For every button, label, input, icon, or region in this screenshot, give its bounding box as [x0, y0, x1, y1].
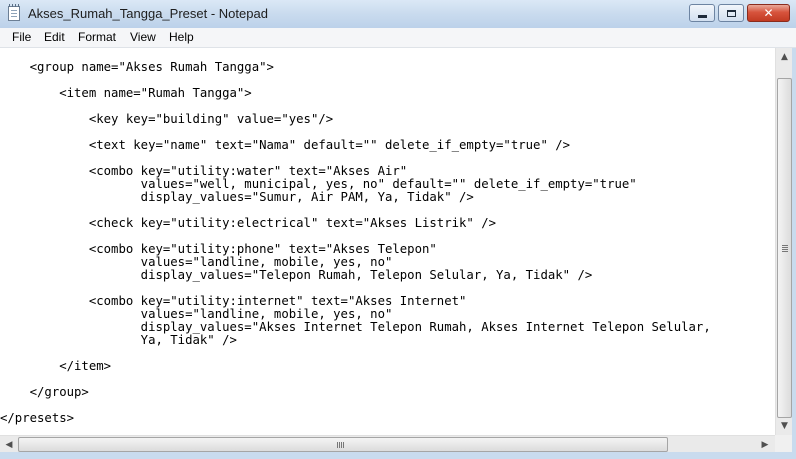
editor-text[interactable]: <group name="Akses Rumah Tangga"> <item …: [0, 61, 711, 425]
grip-line: [341, 442, 342, 448]
vertical-scrollbar[interactable]: ▲ ▼: [775, 48, 793, 435]
menu-view[interactable]: View: [130, 30, 156, 44]
grip-line: [782, 245, 788, 246]
window-frame-right: [792, 48, 796, 452]
horizontal-scrollbar[interactable]: ◀ ▶: [0, 435, 775, 453]
minimize-icon: [690, 5, 714, 21]
grip-line: [782, 251, 788, 252]
vertical-scroll-thumb[interactable]: [777, 78, 792, 418]
scroll-left-icon[interactable]: ◀: [1, 437, 17, 452]
grip-line: [339, 442, 340, 448]
menu-help[interactable]: Help: [169, 30, 194, 44]
maximize-button[interactable]: [718, 4, 744, 22]
menu-file[interactable]: File: [12, 30, 31, 44]
menu-edit[interactable]: Edit: [44, 30, 65, 44]
grip-line: [337, 442, 338, 448]
notepad-window: Akses_Rumah_Tangga_Preset - Notepad ✕ Fi…: [0, 0, 796, 459]
scroll-down-icon[interactable]: ▼: [777, 418, 792, 434]
menu-format[interactable]: Format: [78, 30, 116, 44]
window-title: Akses_Rumah_Tangga_Preset - Notepad: [28, 6, 268, 21]
window-frame-bottom: [0, 452, 796, 459]
minimize-button[interactable]: [689, 4, 715, 22]
scrollbar-corner: [775, 435, 792, 452]
window-controls: ✕: [686, 4, 790, 24]
horizontal-scroll-thumb[interactable]: [18, 437, 668, 452]
scroll-right-icon[interactable]: ▶: [757, 437, 773, 452]
close-button[interactable]: ✕: [747, 4, 790, 22]
grip-line: [782, 249, 788, 250]
scroll-up-icon[interactable]: ▲: [777, 49, 792, 65]
close-icon: ✕: [763, 6, 774, 20]
notepad-icon: [8, 4, 20, 21]
menu-bar: File Edit Format View Help: [0, 28, 796, 48]
maximize-icon: [719, 5, 743, 21]
grip-line: [782, 247, 788, 248]
text-editor[interactable]: <group name="Akses Rumah Tangga"> <item …: [0, 48, 775, 435]
title-bar[interactable]: Akses_Rumah_Tangga_Preset - Notepad ✕: [0, 0, 796, 29]
grip-line: [343, 442, 344, 448]
